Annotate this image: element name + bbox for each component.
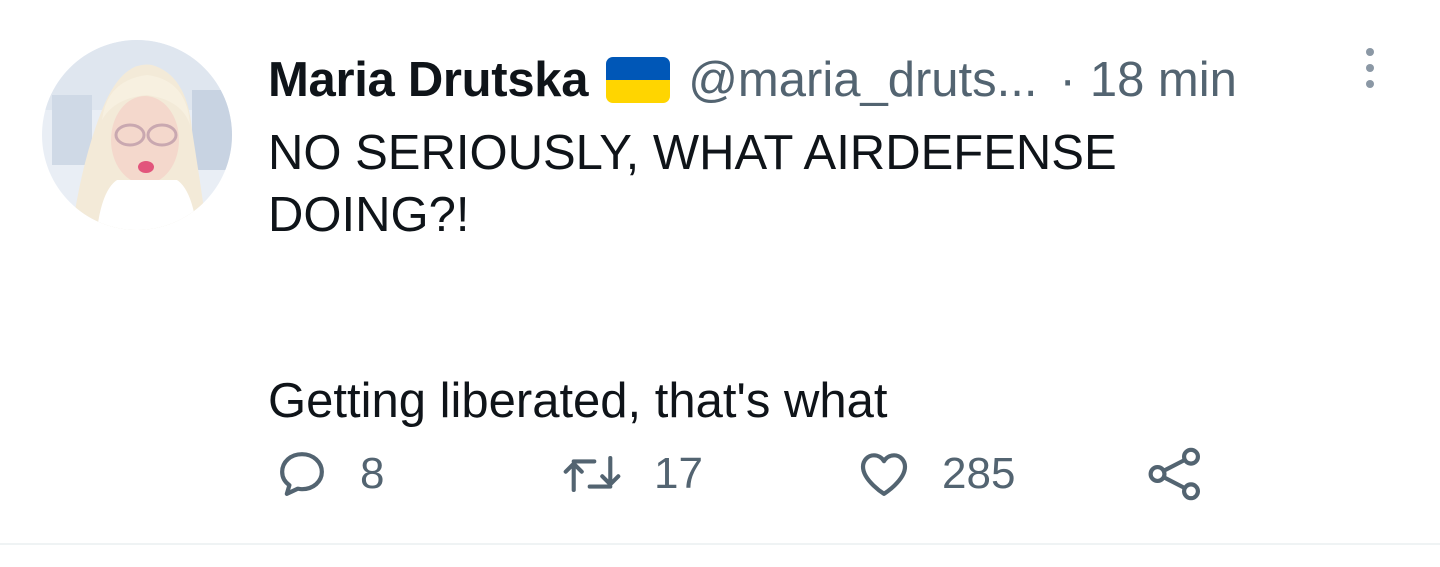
avatar[interactable] xyxy=(42,40,232,230)
retweet-button[interactable]: 17 xyxy=(560,442,703,506)
reply-button[interactable]: 8 xyxy=(274,442,384,506)
avatar-image xyxy=(42,40,232,230)
reply-count: 8 xyxy=(360,449,385,498)
like-button[interactable]: 285 xyxy=(856,442,1015,506)
retweet-icon xyxy=(563,455,621,493)
tweet-timestamp[interactable]: 18 min xyxy=(1090,52,1237,108)
tweet-divider xyxy=(0,543,1440,545)
author-name[interactable]: Maria Drutska xyxy=(268,52,588,108)
share-button[interactable] xyxy=(1146,442,1206,506)
tweet-text-line: Getting liberated, that's what xyxy=(268,374,888,428)
meta-separator: · xyxy=(1059,53,1076,107)
author-handle[interactable]: @maria_druts... xyxy=(688,52,1037,108)
more-options-icon[interactable] xyxy=(1358,44,1382,92)
reply-icon xyxy=(280,452,324,496)
ukraine-flag-icon xyxy=(606,57,671,103)
retweet-count: 17 xyxy=(654,449,703,498)
share-icon xyxy=(1148,447,1200,501)
tweet-text-line: NO SERIOUSLY, WHAT AIRDEFENSE xyxy=(268,126,1117,180)
tweet-text-line: DOING?! xyxy=(268,188,470,242)
like-count: 285 xyxy=(942,449,1016,498)
like-icon xyxy=(860,453,908,496)
paragraph-break xyxy=(268,246,1368,370)
tweet-header: Maria Drutska @maria_druts... · 18 min xyxy=(268,48,1237,112)
tweet-text: NO SERIOUSLY, WHAT AIRDEFENSE DOING?! Ge… xyxy=(268,122,1368,432)
